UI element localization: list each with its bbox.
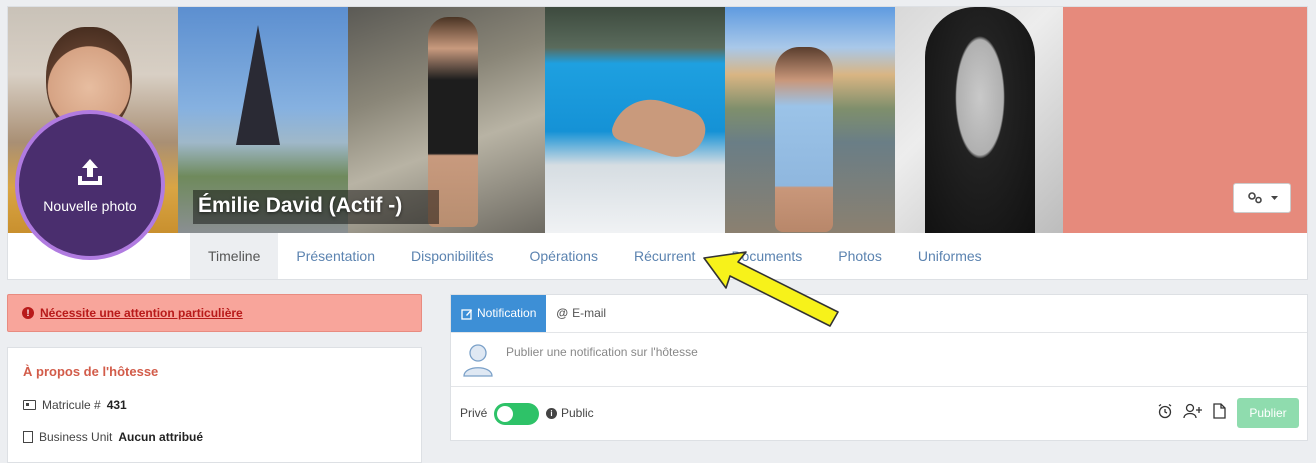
private-label: Privé	[460, 406, 488, 420]
add-user-icon[interactable]	[1183, 403, 1203, 419]
building-icon	[23, 431, 33, 443]
document-icon[interactable]	[1213, 403, 1226, 419]
settings-dropdown-button[interactable]	[1233, 183, 1291, 213]
caret-down-icon	[1270, 196, 1278, 200]
about-title: À propos de l'hôtesse	[23, 364, 159, 379]
notification-panel: Notification @ E-mail Publier une notifi…	[450, 294, 1308, 441]
user-avatar-icon	[463, 344, 493, 377]
profile-header: Émilie David (Actif -) Timeline Présenta…	[7, 6, 1308, 280]
profile-name: Émilie David (Actif -)	[193, 190, 439, 224]
matricule-value: 431	[106, 398, 127, 412]
notification-input[interactable]: Publier une notification sur l'hôtesse	[506, 345, 698, 359]
public-label: i Public	[546, 406, 594, 420]
publish-button[interactable]: Publier	[1237, 398, 1299, 428]
tab-disponibilites[interactable]: Disponibilités	[393, 233, 511, 279]
visibility-toggle[interactable]	[494, 403, 539, 425]
upload-icon	[78, 159, 102, 185]
matricule-row: Matricule # 431	[23, 398, 127, 412]
avatar-label: Nouvelle photo	[43, 198, 137, 214]
panel-tabs: Notification @ E-mail	[451, 295, 616, 332]
about-card: À propos de l'hôtesse Matricule # 431 Bu…	[7, 347, 422, 463]
info-icon: i	[546, 407, 557, 419]
tab-timeline[interactable]: Timeline	[190, 233, 279, 279]
annotation-arrow	[703, 251, 839, 327]
profile-tabs: Timeline Présentation Disponibilités Opé…	[190, 233, 1000, 279]
id-card-icon	[23, 400, 36, 410]
cover-photo-4[interactable]	[545, 7, 725, 233]
notification-composer[interactable]: Publier une notification sur l'hôtesse	[451, 333, 1307, 387]
tab-presentation[interactable]: Présentation	[278, 233, 393, 279]
cover-photo-5[interactable]	[725, 7, 895, 233]
alarm-clock-icon[interactable]	[1157, 403, 1173, 419]
composer-tools	[1157, 403, 1226, 419]
edit-icon	[461, 308, 472, 320]
business-unit-value: Aucun attribué	[118, 430, 204, 444]
tab-uniformes[interactable]: Uniformes	[900, 233, 1000, 279]
gears-icon	[1247, 192, 1262, 204]
tab-notification[interactable]: Notification	[451, 295, 547, 332]
tab-email[interactable]: @ E-mail	[546, 295, 616, 332]
composer-footer: Privé i Public Publier	[451, 388, 1307, 440]
tab-operations[interactable]: Opérations	[511, 233, 615, 279]
profile-page: Émilie David (Actif -) Timeline Présenta…	[0, 0, 1316, 463]
alert-text[interactable]: Nécessite une attention particulière	[40, 306, 243, 320]
attention-alert[interactable]: ! Nécessite une attention particulière	[7, 294, 422, 332]
alert-icon: !	[22, 307, 34, 319]
at-icon: @	[556, 306, 569, 320]
cover-photo-6[interactable]	[895, 7, 1063, 233]
avatar-upload-button[interactable]: Nouvelle photo	[15, 110, 165, 260]
business-unit-row: Business Unit Aucun attribué	[23, 430, 203, 444]
